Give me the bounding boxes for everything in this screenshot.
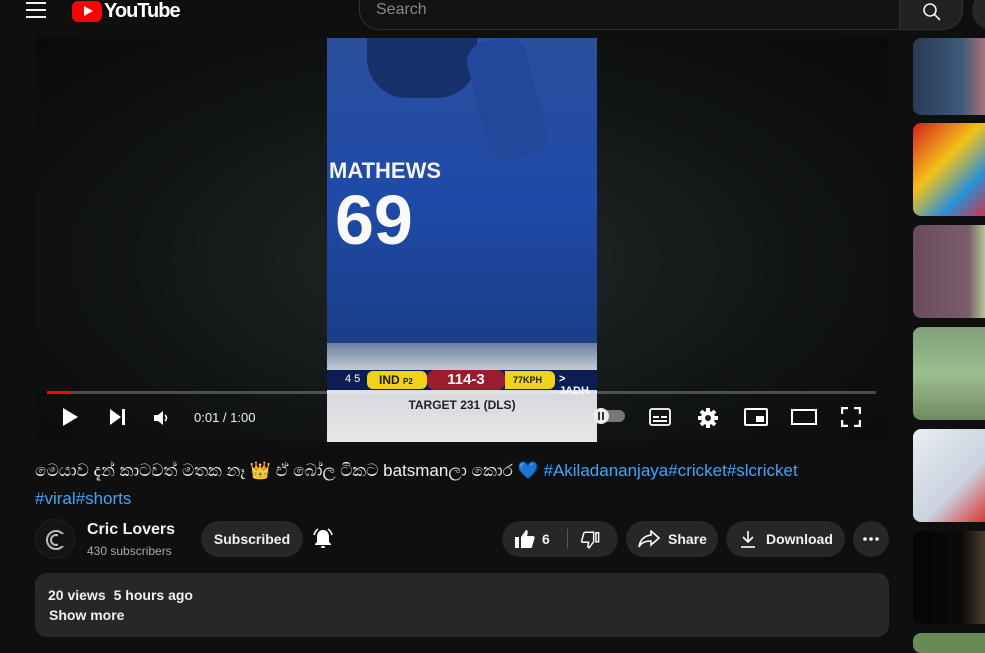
search-placeholder: Search (376, 1, 427, 18)
score-value: 114-3 (427, 370, 505, 390)
video-frame: MATHEWS 69 4 5 IND P2 114-3 77KPH > JADH… (327, 38, 597, 442)
recommended-video-thumbnail[interactable] (913, 38, 985, 115)
recommended-video-thumbnail[interactable] (913, 327, 985, 420)
progress-bar[interactable] (47, 391, 876, 394)
like-separator (567, 529, 568, 549)
download-icon (741, 531, 755, 548)
download-button[interactable]: Download (726, 521, 845, 557)
fullscreen-icon[interactable] (841, 407, 861, 427)
player-head (367, 38, 477, 98)
time-display: 0:01 / 1:00 (194, 410, 256, 425)
youtube-play-icon (72, 0, 102, 22)
team-sub: P2 (403, 377, 413, 386)
video-meta: 20 views 5 hours ago (48, 587, 201, 603)
ball-speed: 77KPH (505, 371, 555, 389)
top-bar: YouTube Search (0, 0, 985, 38)
upload-age: 5 hours ago (113, 587, 193, 603)
autoplay-pause-icon (593, 408, 609, 424)
title-text: මෙයාව දැන් කාටවත් මතක නෑ 👑 ඒ බෝල ටිකට ba… (35, 461, 539, 480)
subtitles-icon[interactable] (649, 408, 671, 426)
team-name: IND (379, 373, 400, 387)
share-label: Share (668, 531, 707, 547)
recommended-video-thumbnail[interactable] (913, 225, 985, 318)
like-icon[interactable] (514, 529, 536, 549)
youtube-logo[interactable]: YouTube (72, 0, 181, 22)
miniplayer-icon[interactable] (744, 408, 768, 426)
video-title: මෙයාව දැන් කාටවත් මතක නෑ 👑 ඒ බෝල ටිකට ba… (35, 457, 895, 513)
share-icon (638, 530, 660, 548)
volume-icon[interactable] (152, 408, 172, 428)
recommended-video-thumbnail[interactable] (913, 429, 985, 522)
progress-fill (47, 391, 72, 394)
notification-bell-icon[interactable] (311, 527, 335, 551)
target-label: TARGET 231 (DLS) (408, 398, 516, 412)
dislike-icon[interactable] (580, 530, 600, 550)
channel-avatar[interactable] (35, 519, 75, 559)
time-total: 1:00 (230, 410, 256, 425)
settings-icon[interactable] (697, 407, 719, 429)
share-button[interactable]: Share (626, 521, 718, 557)
download-label: Download (766, 531, 833, 547)
search-input[interactable]: Search (359, 0, 899, 30)
recommended-video-thumbnail[interactable] (913, 123, 985, 216)
like-dislike-bar: 6 (502, 521, 618, 557)
subscriber-count: 430 subscribers (87, 544, 172, 558)
theater-mode-icon[interactable] (791, 409, 817, 425)
voice-search-button[interactable] (972, 0, 985, 30)
search-button[interactable] (899, 0, 963, 30)
recommended-video-thumbnail[interactable] (913, 633, 985, 653)
autoplay-toggle[interactable] (593, 408, 625, 424)
search-icon (923, 3, 941, 21)
more-actions-button[interactable] (853, 521, 889, 557)
team-label: IND P2 (367, 371, 427, 389)
play-icon[interactable] (59, 406, 81, 428)
jersey-number: 69 (335, 181, 413, 259)
menu-icon[interactable] (26, 2, 46, 18)
score-bar: 4 5 IND P2 114-3 77KPH > JADH (327, 370, 597, 397)
view-count: 20 views (48, 587, 106, 603)
hashtags-line2[interactable]: #viral#shorts (35, 489, 131, 508)
score-overs: 4 5 (345, 373, 361, 385)
logo-text: YouTube (104, 0, 181, 22)
more-horizontal-icon (863, 537, 879, 541)
video-player[interactable]: MATHEWS 69 4 5 IND P2 114-3 77KPH > JADH… (35, 38, 889, 442)
time-current: 0:01 (194, 410, 220, 425)
channel-name[interactable]: Cric Lovers (87, 521, 175, 539)
like-count: 6 (542, 531, 550, 547)
channel-logo-icon (46, 530, 66, 550)
show-more-button[interactable]: Show more (49, 607, 124, 623)
description-box[interactable]: 20 views 5 hours ago Show more (35, 573, 889, 637)
recommended-video-thumbnail[interactable] (913, 531, 985, 624)
subscribed-button[interactable]: Subscribed (201, 521, 303, 557)
hashtags-line1[interactable]: #Akiladananjaya#cricket#slcricket (543, 461, 797, 480)
next-icon[interactable] (107, 406, 129, 428)
player-arm (462, 38, 552, 164)
